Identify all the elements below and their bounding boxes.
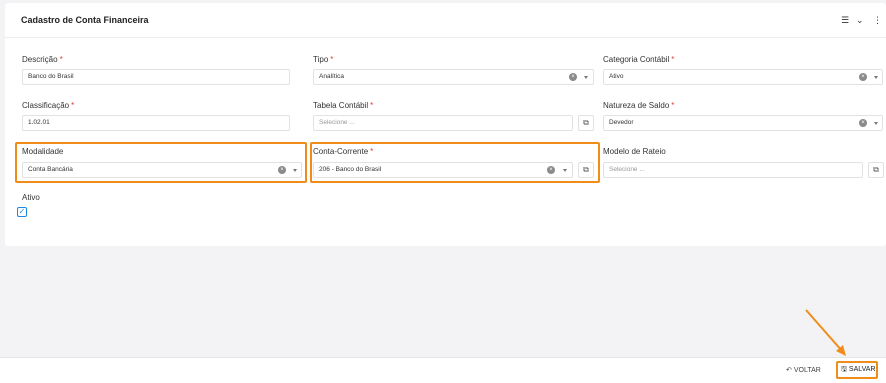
classificacao-label: Classificação *: [22, 101, 75, 110]
open-external-button[interactable]: ⧉: [578, 115, 594, 131]
page-title: Cadastro de Conta Financeira: [21, 15, 149, 25]
open-external-button[interactable]: ⧉: [868, 162, 884, 178]
tabela-contabil-label: Tabela Contábil *: [313, 101, 374, 110]
natureza-saldo-value: Devedor: [609, 119, 634, 126]
footer-bar: ↶ VOLTAR 🖫 SALVAR: [0, 357, 886, 383]
chevron-down-icon[interactable]: [874, 122, 878, 125]
salvar-label: SALVAR: [848, 366, 876, 373]
modalidade-highlight: [15, 142, 307, 183]
tipo-label: Tipo *: [313, 55, 334, 64]
categoria-contabil-value: Ativo: [609, 73, 624, 80]
clear-icon[interactable]: ×: [859, 119, 867, 127]
modelo-rateio-label: Modelo de Rateio: [603, 147, 666, 156]
modelo-rateio-select[interactable]: Selecione ...: [603, 162, 863, 178]
natureza-saldo-label: Natureza de Saldo *: [603, 101, 675, 110]
chevron-down-icon[interactable]: ⌄: [856, 13, 864, 27]
list-icon[interactable]: ☰: [841, 13, 849, 27]
check-icon: ✓: [18, 207, 26, 216]
clear-icon[interactable]: ×: [859, 73, 867, 81]
save-icon: 🖫: [841, 366, 847, 373]
categoria-contabil-label: Categoria Contábil *: [603, 55, 675, 64]
salvar-button[interactable]: 🖫 SALVAR: [836, 361, 878, 379]
natureza-saldo-select[interactable]: Devedor ×: [603, 115, 883, 131]
classificacao-field[interactable]: 1.02.01: [22, 115, 290, 131]
conta-corrente-highlight: [310, 142, 600, 183]
open-external-icon: ⧉: [873, 165, 879, 174]
tabela-contabil-placeholder: Selecione ...: [319, 119, 355, 126]
open-external-icon: ⧉: [583, 118, 589, 127]
ativo-label: Ativo: [22, 193, 40, 202]
clear-icon[interactable]: ×: [569, 73, 577, 81]
categoria-contabil-select[interactable]: Ativo ×: [603, 69, 883, 85]
voltar-label: VOLTAR: [793, 367, 821, 374]
card-header: Cadastro de Conta Financeira ☰ ⌄ ⋮: [5, 3, 886, 38]
voltar-button[interactable]: ↶ VOLTAR: [786, 366, 821, 374]
descricao-value: Banco do Brasil: [28, 73, 74, 80]
descricao-field[interactable]: Banco do Brasil: [22, 69, 290, 85]
tipo-select[interactable]: Analítica ×: [313, 69, 594, 85]
descricao-label: Descrição *: [22, 55, 63, 64]
tabela-contabil-select[interactable]: Selecione ...: [313, 115, 573, 131]
undo-icon: ↶: [786, 367, 792, 374]
chevron-down-icon[interactable]: [874, 76, 878, 79]
tipo-value: Analítica: [319, 73, 344, 80]
ativo-checkbox[interactable]: ✓: [17, 207, 27, 217]
chevron-down-icon[interactable]: [584, 76, 588, 79]
classificacao-value: 1.02.01: [28, 119, 50, 126]
more-vert-icon[interactable]: ⋮: [873, 13, 882, 27]
modelo-rateio-placeholder: Selecione ...: [609, 166, 645, 173]
